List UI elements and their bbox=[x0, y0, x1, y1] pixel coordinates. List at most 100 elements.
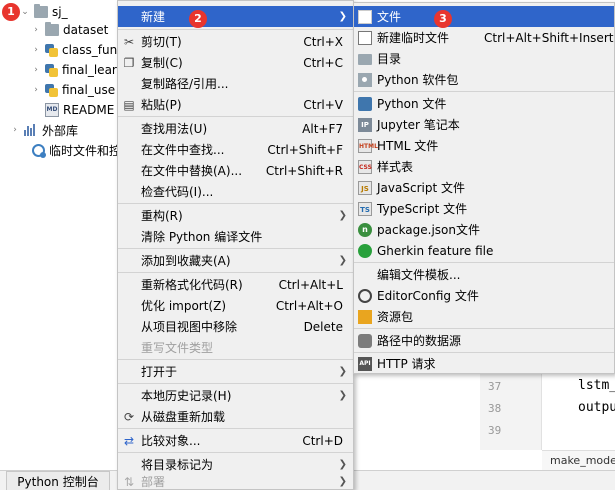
typescript-icon: TS bbox=[358, 201, 372, 216]
menu-item-label: 从磁盘重新加载 bbox=[141, 410, 226, 424]
tree-item[interactable]: 临时文件和控 bbox=[0, 140, 121, 160]
submenu-item-shortcut: Ctrl+Alt+Shift+Insert bbox=[484, 30, 614, 45]
library-icon bbox=[24, 124, 38, 136]
submenu-item-datasource[interactable]: 路径中的数据源 bbox=[354, 330, 614, 351]
tree-item[interactable]: › final_use bbox=[0, 80, 115, 100]
code-editor[interactable]: 37 38 39 lstm_ outpu make_mode bbox=[480, 374, 615, 470]
menu-item-open-in[interactable]: 打开于 ❯ bbox=[118, 361, 353, 382]
menu-item-replace-in-files[interactable]: 在文件中替换(A)... Ctrl+Shift+R bbox=[118, 160, 353, 181]
submenu-item-editorconfig[interactable]: EditorConfig 文件 bbox=[354, 285, 614, 306]
menu-item-label: 清除 Python 编译文件 bbox=[141, 230, 263, 244]
menu-item-copy[interactable]: ❐ 复制(C) Ctrl+C bbox=[118, 52, 353, 73]
submenu-item-label: 新建临时文件 bbox=[377, 31, 450, 45]
menu-item-find-in-files[interactable]: 在文件中查找... Ctrl+Shift+F bbox=[118, 139, 353, 160]
chevron-right-icon[interactable]: › bbox=[31, 45, 41, 55]
menu-item-label: 查找用法(U) bbox=[141, 122, 208, 136]
annotation-badge: 1 bbox=[2, 3, 20, 21]
submenu-item-file[interactable]: 文件 bbox=[354, 6, 614, 27]
menu-item-paste[interactable]: ▤ 粘贴(P) Ctrl+V bbox=[118, 94, 353, 115]
tree-root-label: sj_ bbox=[52, 5, 68, 19]
jupyter-icon: IP bbox=[358, 117, 372, 132]
tree-item[interactable]: MD README bbox=[0, 100, 114, 120]
submenu-item-label: EditorConfig 文件 bbox=[377, 289, 479, 303]
tree-item[interactable]: › 外部库 bbox=[0, 120, 78, 140]
submenu-item-scratch-file[interactable]: 新建临时文件 Ctrl+Alt+Shift+Insert bbox=[354, 27, 614, 48]
menu-separator bbox=[118, 248, 353, 249]
submenu-item-javascript[interactable]: JS JavaScript 文件 bbox=[354, 177, 614, 198]
menu-item-compare-with[interactable]: ⇄ 比较对象... Ctrl+D bbox=[118, 430, 353, 451]
line-number: 39 bbox=[488, 424, 502, 437]
submenu-item-label: JavaScript 文件 bbox=[377, 181, 465, 195]
menu-item-optimize-imports[interactable]: 优化 import(Z) Ctrl+Alt+O bbox=[118, 295, 353, 316]
submenu-arrow-icon: ❯ bbox=[338, 255, 347, 266]
submenu-item-label: HTTP 请求 bbox=[377, 357, 436, 371]
menu-separator bbox=[118, 452, 353, 453]
menu-item-cut[interactable]: ✂ 剪切(T) Ctrl+X bbox=[118, 31, 353, 52]
menu-item-shortcut: Ctrl+Shift+R bbox=[265, 163, 343, 178]
menu-item-remove-from-view[interactable]: 从项目视图中移除 Delete bbox=[118, 316, 353, 337]
html-icon: HTML bbox=[358, 138, 378, 153]
menu-separator bbox=[118, 116, 353, 117]
submenu-item-http-request[interactable]: API HTTP 请求 bbox=[354, 353, 614, 374]
menu-item-reformat-code[interactable]: 重新格式化代码(R) Ctrl+Alt+L bbox=[118, 274, 353, 295]
submenu-arrow-icon: ❯ bbox=[338, 390, 347, 401]
submenu-item-resource-bundle[interactable]: 资源包 bbox=[354, 306, 614, 327]
submenu-item-directory[interactable]: 目录 bbox=[354, 48, 614, 69]
directory-icon bbox=[358, 54, 372, 65]
editor-breadcrumb[interactable]: make_mode bbox=[542, 450, 615, 470]
resource-bundle-icon bbox=[358, 309, 372, 324]
css-icon: CSS bbox=[358, 159, 372, 174]
python-package-icon bbox=[358, 72, 372, 87]
submenu-item-stylesheet[interactable]: CSS 样式表 bbox=[354, 156, 614, 177]
menu-item-new[interactable]: 新建 ❯ bbox=[118, 6, 353, 27]
menu-item-inspect-code[interactable]: 检查代码(I)... bbox=[118, 181, 353, 202]
tree-item[interactable]: › class_fun bbox=[0, 40, 117, 60]
python-file-icon bbox=[45, 43, 58, 57]
code-line[interactable]: lstm_ bbox=[578, 378, 615, 393]
submenu-item-gherkin[interactable]: Gherkin feature file bbox=[354, 240, 614, 261]
menu-item-find-usages[interactable]: 查找用法(U) Alt+F7 bbox=[118, 118, 353, 139]
menu-separator bbox=[354, 91, 614, 92]
submenu-item-python-package[interactable]: Python 软件包 bbox=[354, 69, 614, 90]
tree-item-label: 临时文件和控 bbox=[49, 143, 122, 158]
python-file-icon bbox=[45, 83, 58, 97]
menu-item-add-to-favorites[interactable]: 添加到收藏夹(A) ❯ bbox=[118, 250, 353, 271]
chevron-down-icon[interactable]: ⌄ bbox=[20, 7, 30, 17]
menu-item-local-history[interactable]: 本地历史记录(H) ❯ bbox=[118, 385, 353, 406]
menu-item-copy-path[interactable]: 复制路径/引用... bbox=[118, 73, 353, 94]
menu-item-mark-directory-as[interactable]: 将目录标记为 ❯ bbox=[118, 454, 353, 475]
menu-separator bbox=[118, 428, 353, 429]
submenu-item-edit-templates[interactable]: 编辑文件模板... bbox=[354, 264, 614, 285]
submenu-item-jupyter[interactable]: IP Jupyter 笔记本 bbox=[354, 114, 614, 135]
submenu-item-label: Jupyter 笔记本 bbox=[377, 118, 460, 132]
chevron-right-icon[interactable]: › bbox=[31, 65, 41, 75]
submenu-item-label: 文件 bbox=[377, 10, 402, 24]
menu-item-clean-python-compiled[interactable]: 清除 Python 编译文件 bbox=[118, 226, 353, 247]
chevron-right-icon[interactable]: › bbox=[31, 85, 41, 95]
python-file-icon bbox=[358, 96, 372, 111]
submenu-item-html[interactable]: HTML HTML 文件 bbox=[354, 135, 614, 156]
submenu-item-python-file[interactable]: Python 文件 bbox=[354, 93, 614, 114]
menu-item-label: 重写文件类型 bbox=[141, 341, 214, 355]
submenu-item-typescript[interactable]: TS TypeScript 文件 bbox=[354, 198, 614, 219]
code-line[interactable]: outpu bbox=[578, 400, 615, 415]
menu-item-refactor[interactable]: 重构(R) ❯ bbox=[118, 205, 353, 226]
menu-item-label: 粘贴(P) bbox=[141, 98, 182, 112]
chevron-right-icon[interactable]: › bbox=[31, 25, 41, 35]
folder-icon bbox=[45, 22, 59, 36]
submenu-item-label: 路径中的数据源 bbox=[377, 334, 462, 348]
editor-gutter: 37 38 39 bbox=[480, 374, 542, 450]
scratches-icon bbox=[32, 143, 46, 158]
package-json-icon: n bbox=[358, 222, 372, 237]
menu-item-reload-from-disk[interactable]: ⟳ 从磁盘重新加载 bbox=[118, 406, 353, 427]
tree-item[interactable]: › dataset bbox=[0, 20, 108, 40]
chevron-right-icon[interactable]: › bbox=[10, 125, 20, 135]
python-console-tab[interactable]: Python 控制台 bbox=[6, 471, 110, 490]
tree-item[interactable]: › final_lear bbox=[0, 60, 117, 80]
python-file-icon bbox=[45, 63, 58, 77]
tree-item-label: final_use bbox=[62, 83, 116, 97]
menu-item-label: 部署 bbox=[141, 475, 166, 489]
submenu-item-package-json[interactable]: n package.json文件 bbox=[354, 219, 614, 240]
datasource-icon bbox=[358, 333, 372, 348]
line-number: 38 bbox=[488, 402, 502, 415]
